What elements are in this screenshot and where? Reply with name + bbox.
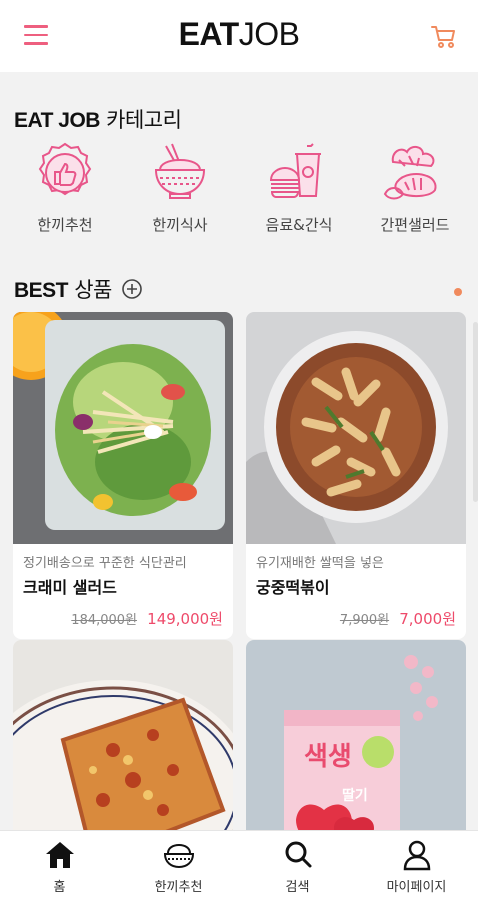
app-header: EATJOB (0, 0, 478, 72)
nav-search[interactable]: 검색 (238, 839, 357, 895)
salad-product-image (13, 312, 233, 544)
category-label: 간편샐러드 (380, 216, 450, 234)
scrollbar[interactable] (473, 322, 478, 502)
drink-burger-icon (269, 143, 321, 198)
product-old-price: 184,000원 (71, 613, 138, 628)
product-card[interactable]: 유기재배한 쌀떡을 넣은 궁중떡볶이 7,900원 7,000원 (246, 312, 466, 639)
nav-mypage[interactable]: 마이페이지 (357, 839, 476, 895)
product-card[interactable] (13, 640, 233, 830)
nav-label: 마이페이지 (386, 880, 447, 895)
page-indicator-dot (454, 288, 462, 296)
rice-bowl-icon (154, 143, 206, 199)
bottom-navigation: 홈 한끼추천 검색 마이페이지 (0, 830, 478, 900)
category-row: 한끼추천 한끼식사 음료&간식 간편샐러드 (0, 142, 478, 242)
category-section-title: EAT JOB 카테고리 (14, 104, 182, 134)
best-section-title: BEST 상품 (14, 274, 142, 304)
logo-bold: EAT (178, 16, 240, 52)
home-icon (45, 842, 74, 868)
best-title-rest: 상품 (68, 278, 112, 302)
product-sale-price: 7,000원 (399, 610, 456, 628)
strawberry-snack-product-image: 색생 딸기 (246, 640, 466, 830)
product-name: 궁중떡볶이 (256, 578, 330, 597)
best-title-strong: BEST (14, 279, 69, 302)
category-label: 한끼식사 (152, 216, 208, 234)
rice-bowl-icon (163, 843, 194, 869)
nav-label: 검색 (285, 880, 310, 895)
logo-light: JOB (238, 16, 300, 52)
nav-hankki-recommend[interactable]: 한끼추천 (119, 839, 238, 895)
user-icon (403, 840, 430, 871)
cart-icon[interactable] (430, 22, 458, 50)
pack-brand-text: 색생 (304, 741, 352, 771)
plus-circle-icon[interactable] (122, 279, 142, 299)
category-item-hankki-recommend[interactable]: 한끼추천 (10, 142, 120, 235)
category-item-hankki-meal[interactable]: 한끼식사 (125, 142, 235, 235)
nav-label: 홈 (53, 880, 66, 895)
product-card[interactable]: 색생 딸기 (246, 640, 466, 830)
search-icon (285, 841, 311, 868)
product-card[interactable]: 정기배송으로 꾸준한 식단관리 크래미 샐러드 184,000원 149,000… (13, 312, 233, 639)
app-logo[interactable]: EATJOB (0, 16, 478, 53)
nav-home[interactable]: 홈 (0, 839, 119, 895)
category-title-strong: EAT JOB (14, 109, 100, 132)
product-subtitle: 유기재배한 쌀떡을 넣은 (256, 556, 384, 571)
lasagna-product-image (13, 640, 233, 830)
category-item-drink-snack[interactable]: 음료&간식 (244, 142, 354, 235)
product-sale-price: 149,000원 (147, 610, 223, 628)
category-title-rest: 카테고리 (99, 108, 182, 132)
category-label: 한끼추천 (37, 216, 93, 234)
product-name: 크래미 샐러드 (23, 578, 117, 597)
salad-vegetables-icon (383, 146, 437, 200)
product-subtitle: 정기배송으로 꾸준한 식단관리 (23, 556, 187, 571)
thumbs-up-badge-icon (38, 142, 92, 196)
product-old-price: 7,900원 (339, 613, 390, 628)
main-content: EAT JOB 카테고리 한끼추천 한끼식사 음료&간식 간편샐러드 BEST … (0, 72, 478, 830)
pack-flavor-text: 딸기 (342, 787, 368, 804)
nav-label: 한끼추천 (154, 880, 203, 895)
category-item-easy-salad[interactable]: 간편샐러드 (360, 142, 470, 235)
tteokbokki-product-image (246, 312, 466, 544)
category-label: 음료&간식 (265, 216, 333, 234)
